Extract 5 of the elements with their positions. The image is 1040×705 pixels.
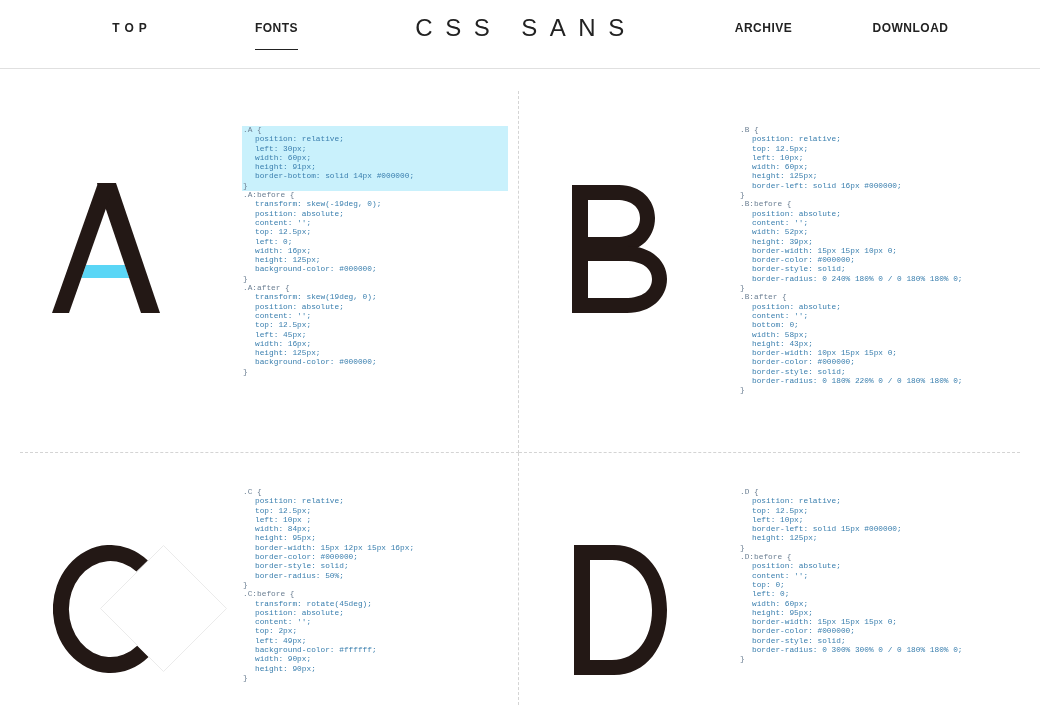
nav-link[interactable]: FONTS — [254, 20, 299, 50]
nav-link[interactable]: DOWNLOAD — [872, 20, 949, 50]
nav-link[interactable]: ARCHIVE — [734, 20, 793, 50]
site-logo[interactable]: CSS SANS — [415, 13, 637, 43]
nav-link[interactable]: TOP — [112, 20, 152, 50]
